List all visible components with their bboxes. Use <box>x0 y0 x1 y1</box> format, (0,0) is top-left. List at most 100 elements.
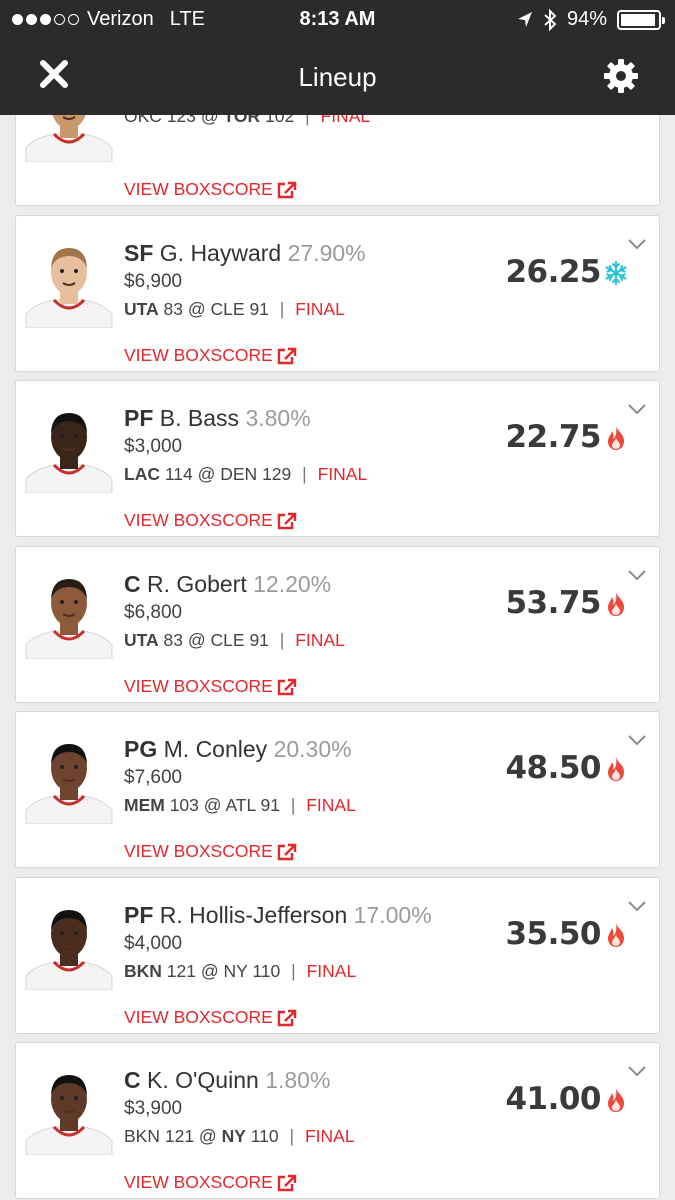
page-title: Lineup <box>298 62 377 92</box>
ownership-percent: 17.00% <box>353 902 432 928</box>
divider: | <box>302 464 307 484</box>
player-card[interactable]: C R. Gobert 12.20% $6,800 UTA 83 @ CLE 9… <box>15 546 660 703</box>
home-team: NY <box>221 1126 246 1146</box>
player-name: R. Hollis-Jefferson <box>159 902 348 928</box>
external-link-icon <box>277 347 296 364</box>
ownership-percent: 27.90% <box>287 240 366 266</box>
battery-icon <box>617 9 665 30</box>
view-boxscore-label: VIEW BOXSCORE <box>124 179 273 199</box>
player-salary: $3,900 <box>124 1098 183 1119</box>
flame-icon <box>608 757 624 781</box>
player-photo <box>25 579 113 659</box>
external-link-icon <box>277 181 296 198</box>
player-name: R. Gobert <box>147 571 247 597</box>
gear-icon[interactable] <box>603 58 639 94</box>
game-result: LAC 114 @ DEN 129 | FINAL <box>124 464 367 485</box>
home-team: DEN <box>220 464 258 484</box>
player-position: SF <box>124 240 154 266</box>
player-name: B. Bass <box>159 405 240 431</box>
away-team: BKN <box>124 961 162 981</box>
view-boxscore-link[interactable]: VIEW BOXSCORE <box>124 676 297 697</box>
divider: | <box>279 630 285 650</box>
home-score: 110 <box>252 961 281 981</box>
location-arrow-icon <box>517 11 532 27</box>
game-status: FINAL <box>304 1126 355 1146</box>
player-card[interactable]: SF G. Hayward 27.90% $6,900 UTA 83 @ CLE… <box>15 215 660 372</box>
at-symbol: @ <box>187 299 211 319</box>
view-boxscore-link[interactable]: VIEW BOXSCORE <box>124 841 297 862</box>
external-link-icon <box>277 843 296 860</box>
game-status: FINAL <box>306 795 356 815</box>
player-card[interactable]: PF B. Bass 3.80% $3,000 LAC 114 @ DEN 12… <box>15 380 660 537</box>
player-position: C <box>124 1067 141 1093</box>
home-score: 91 <box>249 630 269 650</box>
chevron-down-icon[interactable] <box>627 900 647 912</box>
at-symbol: @ <box>198 1126 222 1146</box>
player-salary: $4,000 <box>124 933 183 954</box>
player-info: C R. Gobert 12.20% $6,800 UTA 83 @ CLE 9… <box>124 571 345 651</box>
player-info: PF R. Hollis-Jefferson 17.00% $4,000 BKN… <box>124 902 432 982</box>
chevron-down-icon[interactable] <box>627 734 647 746</box>
external-link-icon <box>277 1009 296 1026</box>
nav-bar: Lineup <box>0 38 675 115</box>
away-score: 121 <box>166 961 201 981</box>
flame-icon <box>608 923 624 947</box>
player-salary: $6,900 <box>124 271 183 292</box>
ownership-percent: 20.30% <box>273 736 352 762</box>
view-boxscore-link[interactable]: VIEW BOXSCORE <box>124 1007 297 1028</box>
ownership-percent: 3.80% <box>245 405 311 431</box>
fantasy-points: 35.50 <box>505 916 601 952</box>
away-score: 83 <box>163 630 188 650</box>
home-team: ATL <box>225 795 256 815</box>
player-photo <box>25 248 113 328</box>
player-info: SF G. Hayward 27.90% $6,900 UTA 83 @ CLE… <box>124 240 366 320</box>
bluetooth-icon <box>544 8 557 31</box>
away-score: 103 <box>169 795 204 815</box>
view-boxscore-link[interactable]: VIEW BOXSCORE <box>124 179 297 200</box>
player-photo <box>25 413 113 493</box>
external-link-icon <box>277 1174 296 1191</box>
snowflake-icon <box>605 260 627 286</box>
view-boxscore-link[interactable]: VIEW BOXSCORE <box>124 345 297 366</box>
game-result: BKN 121 @ NY 110 | FINAL <box>124 961 432 982</box>
away-team: UTA <box>124 630 159 650</box>
view-boxscore-link[interactable]: VIEW BOXSCORE <box>124 1172 297 1193</box>
player-card[interactable]: PG M. Conley 20.30% $7,600 MEM 103 @ ATL… <box>15 711 660 868</box>
game-result: UTA 83 @ CLE 91 | FINAL <box>124 630 345 651</box>
player-card[interactable]: C K. O'Quinn 1.80% $3,900 BKN 121 @ NY 1… <box>15 1042 660 1199</box>
flame-icon <box>608 426 624 450</box>
divider: | <box>289 1126 295 1146</box>
player-line: PF B. Bass 3.80% <box>124 405 367 432</box>
home-team: CLE <box>210 299 245 319</box>
ownership-percent: 12.20% <box>253 571 332 597</box>
player-position: PF <box>124 902 154 928</box>
player-line: C K. O'Quinn 1.80% <box>124 1067 355 1094</box>
external-link-icon <box>277 678 296 695</box>
status-icons: 94% <box>517 8 665 31</box>
fantasy-points: 41.00 <box>505 1081 601 1117</box>
player-position: C <box>124 571 141 597</box>
chevron-down-icon[interactable] <box>627 403 647 415</box>
away-team: LAC <box>124 464 160 484</box>
game-status: FINAL <box>295 299 345 319</box>
at-symbol: @ <box>200 961 224 981</box>
away-team: MEM <box>124 795 165 815</box>
home-score: 129 <box>262 464 292 484</box>
view-boxscore-label: VIEW BOXSCORE <box>124 841 273 861</box>
chevron-down-icon[interactable] <box>627 238 647 250</box>
home-team: CLE <box>210 630 245 650</box>
player-salary: $6,800 <box>124 602 183 623</box>
at-symbol: @ <box>187 630 211 650</box>
player-card[interactable]: PF R. Hollis-Jefferson 17.00% $4,000 BKN… <box>15 877 660 1034</box>
chevron-down-icon[interactable] <box>627 1065 647 1077</box>
fantasy-points: 26.25 <box>505 254 601 290</box>
chevron-down-icon[interactable] <box>627 569 647 581</box>
home-score: 91 <box>260 795 280 815</box>
divider: | <box>291 961 296 981</box>
view-boxscore-link[interactable]: VIEW BOXSCORE <box>124 510 297 531</box>
away-team: BKN <box>124 1126 160 1146</box>
top-bar: Verizon LTE 8:13 AM 94% Lineup <box>0 0 675 115</box>
player-salary: $7,600 <box>124 767 183 788</box>
at-symbol: @ <box>203 795 226 815</box>
view-boxscore-label: VIEW BOXSCORE <box>124 1007 273 1027</box>
